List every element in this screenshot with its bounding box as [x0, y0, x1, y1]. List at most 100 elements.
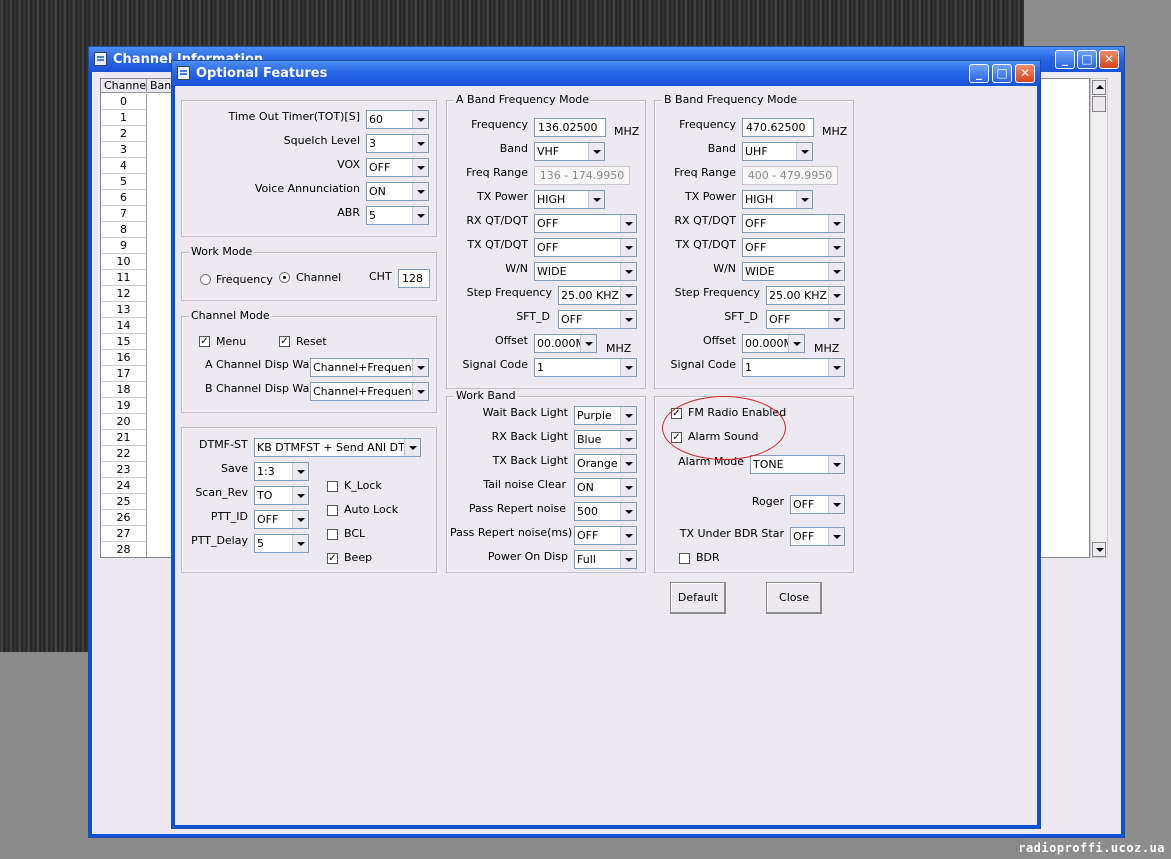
chevron-down-icon[interactable] [412, 159, 428, 176]
chevron-down-icon[interactable] [292, 535, 308, 552]
chevron-down-icon[interactable] [828, 456, 844, 473]
table-row[interactable]: 18 [101, 382, 147, 398]
b-channel-disp-select[interactable]: Channel+Frequency [310, 382, 429, 401]
frequency-radio[interactable] [200, 274, 211, 285]
save-select[interactable]: 1:3 [254, 462, 309, 481]
power-on-disp-select[interactable]: Full [574, 550, 637, 569]
table-row[interactable]: 12 [101, 286, 147, 302]
pass-repert-noise-ms-select[interactable]: OFF [574, 526, 637, 545]
chevron-down-icon[interactable] [620, 311, 636, 328]
chevron-down-icon[interactable] [588, 143, 604, 160]
cht-input[interactable]: 128 [398, 269, 430, 288]
menu-checkbox-label[interactable]: Menu [216, 335, 246, 348]
column-header-channel[interactable]: Channel [101, 79, 149, 93]
table-row[interactable]: 21 [101, 430, 147, 446]
table-row[interactable]: 20 [101, 414, 147, 430]
k-lock-checkbox[interactable] [327, 481, 338, 492]
a-tx-power-select[interactable]: HIGH [534, 190, 605, 209]
wait-back-light-select[interactable]: Purple [574, 406, 637, 425]
table-row[interactable]: 2 [101, 126, 147, 142]
a-channel-disp-select[interactable]: Channel+Frequency [310, 358, 429, 377]
bdr-label[interactable]: BDR [696, 551, 720, 564]
channel-grid-scrollbar[interactable] [1090, 78, 1108, 558]
table-row[interactable]: 15 [101, 334, 147, 350]
bdr-checkbox[interactable] [679, 553, 690, 564]
chevron-down-icon[interactable] [828, 287, 844, 304]
table-row[interactable]: 5 [101, 174, 147, 190]
chevron-down-icon[interactable] [828, 215, 844, 232]
k-lock-label[interactable]: K_Lock [344, 479, 382, 492]
table-row[interactable]: 7 [101, 206, 147, 222]
chevron-down-icon[interactable] [620, 287, 636, 304]
a-wn-select[interactable]: WIDE [534, 262, 637, 281]
a-tx-qt-select[interactable]: OFF [534, 238, 637, 257]
beep-label[interactable]: Beep [344, 551, 372, 564]
chevron-down-icon[interactable] [620, 239, 636, 256]
chevron-down-icon[interactable] [620, 527, 636, 544]
chevron-down-icon[interactable] [292, 511, 308, 528]
menu-checkbox[interactable]: ✓ [199, 336, 210, 347]
chevron-down-icon[interactable] [828, 311, 844, 328]
chevron-down-icon[interactable] [412, 135, 428, 152]
chevron-down-icon[interactable] [620, 431, 636, 448]
a-band-select[interactable]: VHF [534, 142, 605, 161]
chevron-down-icon[interactable] [412, 359, 428, 376]
squelch-select[interactable]: 3 [366, 134, 429, 153]
scroll-up-arrow-icon[interactable] [1092, 80, 1106, 95]
channel-radio[interactable] [279, 272, 290, 283]
chevron-down-icon[interactable] [580, 335, 596, 352]
b-wn-select[interactable]: WIDE [742, 262, 845, 281]
auto-lock-label[interactable]: Auto Lock [344, 503, 398, 516]
default-button[interactable]: Default [670, 582, 726, 614]
close-button[interactable]: Close [766, 582, 822, 614]
tx-back-light-select[interactable]: Orange [574, 454, 637, 473]
scroll-down-arrow-icon[interactable] [1092, 542, 1106, 557]
chevron-down-icon[interactable] [292, 487, 308, 504]
a-sftd-select[interactable]: OFF [558, 310, 637, 329]
table-row[interactable]: 22 [101, 446, 147, 462]
channel-radio-label[interactable]: Channel [296, 271, 341, 284]
table-row[interactable]: 25 [101, 494, 147, 510]
reset-checkbox-label[interactable]: Reset [296, 335, 327, 348]
b-tx-qt-select[interactable]: OFF [742, 238, 845, 257]
reset-checkbox[interactable]: ✓ [279, 336, 290, 347]
b-band-select[interactable]: UHF [742, 142, 813, 161]
beep-checkbox[interactable]: ✓ [327, 553, 338, 564]
table-row[interactable]: 17 [101, 366, 147, 382]
b-frequency-input[interactable]: 470.62500 [742, 118, 814, 137]
b-offset-select[interactable]: 00.000M [742, 334, 805, 353]
b-signal-code-select[interactable]: 1 [742, 358, 845, 377]
chevron-down-icon[interactable] [620, 215, 636, 232]
dialog-titlebar[interactable]: Optional Features [172, 61, 1040, 86]
b-tx-power-select[interactable]: HIGH [742, 190, 813, 209]
chevron-down-icon[interactable] [828, 528, 844, 545]
b-rx-qt-select[interactable]: OFF [742, 214, 845, 233]
chevron-down-icon[interactable] [620, 455, 636, 472]
chevron-down-icon[interactable] [620, 359, 636, 376]
table-row[interactable]: 24 [101, 478, 147, 494]
chevron-down-icon[interactable] [620, 263, 636, 280]
alarm-mode-select[interactable]: TONE [750, 455, 845, 474]
table-row[interactable]: 14 [101, 318, 147, 334]
table-row[interactable]: 16 [101, 350, 147, 366]
table-row[interactable]: 27 [101, 526, 147, 542]
chevron-down-icon[interactable] [620, 407, 636, 424]
table-row[interactable]: 6 [101, 190, 147, 206]
channel-maximize-button[interactable]: □ [1077, 50, 1097, 69]
chevron-down-icon[interactable] [788, 335, 804, 352]
chevron-down-icon[interactable] [796, 191, 812, 208]
dtmf-st-select[interactable]: KB DTMFST + Send ANI DTMF [254, 438, 421, 457]
a-rx-qt-select[interactable]: OFF [534, 214, 637, 233]
table-row[interactable]: 0 [101, 94, 147, 110]
ptt-id-select[interactable]: OFF [254, 510, 309, 529]
table-row[interactable]: 23 [101, 462, 147, 478]
table-row[interactable]: 28 [101, 542, 147, 557]
roger-select[interactable]: OFF [790, 495, 845, 514]
tot-select[interactable]: 60 [366, 110, 429, 129]
pass-repert-noise-select[interactable]: 500 [574, 502, 637, 521]
table-row[interactable]: 3 [101, 142, 147, 158]
chevron-down-icon[interactable] [412, 183, 428, 200]
bcl-checkbox[interactable] [327, 529, 338, 540]
chevron-down-icon[interactable] [828, 359, 844, 376]
chevron-down-icon[interactable] [620, 503, 636, 520]
